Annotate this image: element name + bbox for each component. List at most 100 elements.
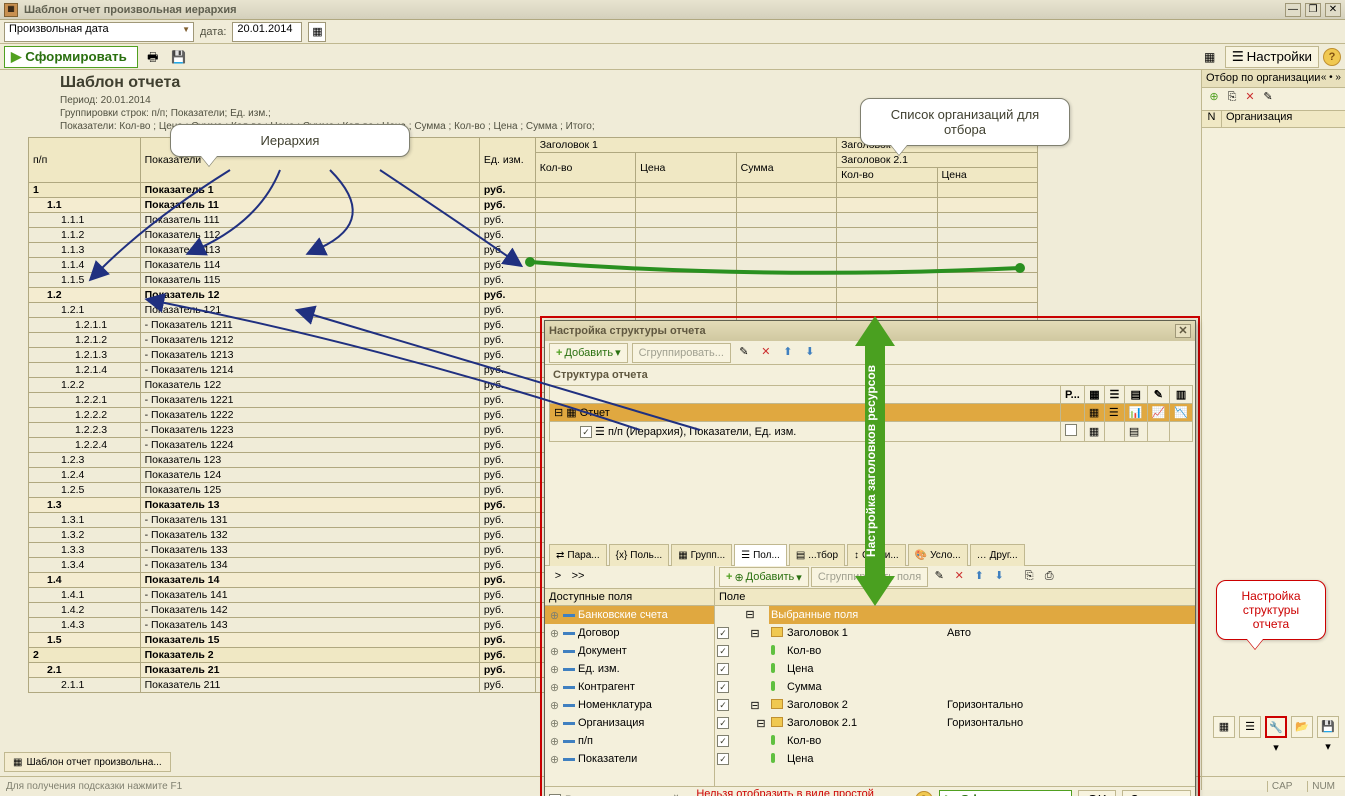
table-row[interactable]: 1.1.2Показатель 112руб. bbox=[29, 228, 1038, 243]
selected-root[interactable]: Выбранные поля bbox=[769, 606, 1195, 624]
date-mode-combo[interactable]: Произвольная дата bbox=[4, 22, 194, 42]
dialog-ok-button[interactable]: OK bbox=[1078, 790, 1115, 796]
copy-org-icon[interactable]: ⎘ bbox=[1224, 90, 1240, 106]
app-icon: ▦ bbox=[4, 3, 18, 17]
up-field-icon[interactable]: ⬆ bbox=[970, 568, 988, 586]
callout-hierarchy: Иерархия bbox=[170, 124, 410, 157]
col-z21: Заголовок 2.1 bbox=[837, 153, 1038, 168]
struct-fields-row[interactable]: ✓ ☰ п/п (Иерархия), Показатели, Ед. изм. bbox=[550, 422, 1061, 442]
add-org-icon[interactable]: ⊕ bbox=[1206, 90, 1222, 106]
selected-field[interactable]: ✓⊟Заголовок 2Горизонтально bbox=[715, 696, 1195, 714]
dialog-tab[interactable]: 🎨 Усло... bbox=[908, 544, 968, 566]
generate-button[interactable]: Сформировать bbox=[4, 46, 138, 68]
panel-nav[interactable]: « • » bbox=[1321, 72, 1341, 85]
available-field[interactable]: ⊕ Документ bbox=[545, 642, 714, 660]
wrench-icon[interactable]: 🔧 ▾ bbox=[1265, 716, 1287, 738]
date-input[interactable]: 20.01.2014 bbox=[232, 22, 302, 42]
up-icon[interactable]: ⬆ bbox=[779, 344, 797, 362]
edit-org-icon[interactable]: ✎ bbox=[1260, 90, 1276, 106]
available-field[interactable]: ⊕ Организация bbox=[545, 714, 714, 732]
available-field[interactable]: ⊕ Банковские счета bbox=[545, 606, 714, 624]
selected-field[interactable]: ✓Цена bbox=[715, 750, 1195, 768]
edit-field-icon[interactable]: ✎ bbox=[930, 568, 948, 586]
minimize-button[interactable]: — bbox=[1285, 3, 1301, 17]
open-icon[interactable]: 📂 bbox=[1291, 716, 1313, 738]
titlebar: ▦ Шаблон отчет произвольная иерархия — ❐… bbox=[0, 0, 1345, 20]
table-row[interactable]: 1.1.5Показатель 115руб. bbox=[29, 273, 1038, 288]
selected-field[interactable]: ✓Сумма bbox=[715, 678, 1195, 696]
svg-text:Настройка заголовков ресурсов: Настройка заголовков ресурсов bbox=[864, 365, 878, 557]
table-row[interactable]: 1.2Показатель 12руб. bbox=[29, 288, 1038, 303]
col-cena1: Цена bbox=[636, 153, 736, 183]
dialog-tab[interactable]: {x} Поль... bbox=[609, 544, 670, 566]
selected-field[interactable]: ✓Цена bbox=[715, 660, 1195, 678]
delete-field-icon[interactable]: ✕ bbox=[950, 568, 968, 586]
dialog-help-icon[interactable]: ? bbox=[915, 791, 933, 796]
col-kol1: Кол-во bbox=[535, 153, 635, 183]
settings-button[interactable]: ☰ Настройки bbox=[1225, 46, 1319, 68]
add-field-button[interactable]: ⊕ Добавить ▾ bbox=[719, 567, 809, 587]
available-field[interactable]: ⊕ Ед. изм. bbox=[545, 660, 714, 678]
dialog-tab[interactable]: ☰ Пол... bbox=[734, 544, 787, 566]
down-field-icon[interactable]: ⬇ bbox=[990, 568, 1008, 586]
selected-field[interactable]: ✓Кол-во bbox=[715, 732, 1195, 750]
list-icon[interactable]: ☰ bbox=[1239, 716, 1261, 738]
table-row[interactable]: 1.1.3Показатель 113руб. bbox=[29, 243, 1038, 258]
restore-button[interactable]: ❐ bbox=[1305, 3, 1321, 17]
org-col-name: Организация bbox=[1222, 111, 1345, 127]
available-field[interactable]: ⊕ Номенклатура bbox=[545, 696, 714, 714]
callout-org-list: Список организаций для отбора bbox=[860, 98, 1070, 146]
expand-all-icon[interactable]: >> bbox=[569, 568, 587, 586]
dialog-close-button[interactable]: ✕ bbox=[1175, 324, 1191, 338]
close-window-button[interactable]: ✕ bbox=[1325, 3, 1341, 17]
table-row[interactable]: 1.1Показатель 11руб. bbox=[29, 198, 1038, 213]
open-tab[interactable]: ▦ Шаблон отчет произвольна... bbox=[4, 752, 171, 772]
col-z1: Заголовок 1 bbox=[535, 138, 836, 153]
selected-field[interactable]: ✓⊟Заголовок 2.1Горизонтально bbox=[715, 714, 1195, 732]
col-summa1: Сумма bbox=[736, 153, 836, 183]
down-icon[interactable]: ⬇ bbox=[801, 344, 819, 362]
paste-icon[interactable]: ⎙ bbox=[1040, 568, 1058, 586]
available-field[interactable]: ⊕ Договор bbox=[545, 624, 714, 642]
selected-field[interactable]: ✓⊟Заголовок 1Авто bbox=[715, 624, 1195, 642]
available-field[interactable]: ⊕ п/п bbox=[545, 732, 714, 750]
available-field[interactable]: ⊕ Контрагент bbox=[545, 678, 714, 696]
grid-icon[interactable]: ▦ bbox=[1213, 716, 1235, 738]
main-toolbar: Сформировать 🖶 💾 ▦ ☰ Настройки ? bbox=[0, 44, 1345, 70]
org-filter-panel: Отбор по организации « • » ⊕ ⎘ ✕ ✎ N Орг… bbox=[1201, 70, 1345, 790]
print-icon[interactable]: 🖶 bbox=[142, 46, 164, 68]
layout-icon[interactable]: ▦ bbox=[1199, 46, 1221, 68]
struct-report-row[interactable]: ⊟ ▦ Отчет bbox=[550, 404, 1061, 422]
table-row[interactable]: 1.1.4Показатель 114руб. bbox=[29, 258, 1038, 273]
dialog-add-button[interactable]: Добавить ▾ bbox=[549, 343, 628, 363]
table-row[interactable]: 1.1.1Показатель 111руб. bbox=[29, 213, 1038, 228]
copy-icon[interactable]: ⎘ bbox=[1020, 568, 1038, 586]
delete-icon[interactable]: ✕ bbox=[757, 344, 775, 362]
available-field[interactable]: ⊕ Показатели bbox=[545, 750, 714, 768]
col-kol2: Кол-во bbox=[837, 168, 937, 183]
open-tabs: ▦ Шаблон отчет произвольна... bbox=[4, 752, 171, 774]
save-icon[interactable]: 💾 bbox=[168, 46, 190, 68]
help-icon[interactable]: ? bbox=[1323, 48, 1341, 66]
dialog-tab[interactable]: … Друг... bbox=[970, 544, 1025, 566]
org-col-n: N bbox=[1202, 111, 1222, 127]
expand-icon[interactable]: > bbox=[549, 568, 567, 586]
calendar-icon[interactable]: ▦ bbox=[308, 22, 326, 42]
green-double-arrow: Настройка заголовков ресурсов bbox=[855, 316, 895, 606]
dialog-error-text: Нельзя отобразить в виде простой настрой… bbox=[696, 788, 908, 796]
dialog-tab[interactable]: ⇄ Пара... bbox=[549, 544, 607, 566]
window-title: Шаблон отчет произвольная иерархия bbox=[24, 4, 1285, 16]
selected-field[interactable]: ✓Кол-во bbox=[715, 642, 1195, 660]
delete-org-icon[interactable]: ✕ bbox=[1242, 90, 1258, 106]
field-column-label: Поле bbox=[715, 588, 1195, 606]
edit-icon[interactable]: ✎ bbox=[735, 344, 753, 362]
dialog-group-button[interactable]: Сгруппировать... bbox=[632, 343, 731, 363]
dialog-close-button[interactable]: Закрыть bbox=[1122, 790, 1191, 796]
quick-access-icons: ▦ ☰ 🔧 ▾ 📂 💾 ▾ bbox=[1213, 716, 1339, 738]
dialog-generate-button[interactable]: Сформировать bbox=[939, 790, 1073, 796]
report-title: Шаблон отчета bbox=[60, 74, 1193, 92]
dialog-tab[interactable]: ▤ ...тбор bbox=[789, 544, 845, 566]
save-quick-icon[interactable]: 💾 ▾ bbox=[1317, 716, 1339, 738]
table-row[interactable]: 1Показатель 1руб. bbox=[29, 183, 1038, 198]
dialog-tab[interactable]: ▦ Групп... bbox=[671, 544, 732, 566]
